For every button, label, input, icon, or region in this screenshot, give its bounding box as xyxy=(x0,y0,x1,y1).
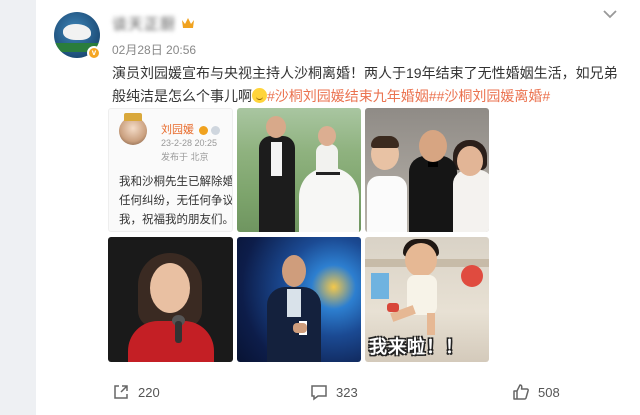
smile-emoji-icon xyxy=(252,88,267,103)
child-hair xyxy=(371,136,399,148)
thumbs-up-icon xyxy=(513,384,529,400)
meme-child-leg xyxy=(427,313,435,335)
crown-decoration-icon xyxy=(124,113,142,121)
screenshot-datetime: 23-2-28 20:25 xyxy=(161,138,218,148)
hashtag-link[interactable]: #沙桐刘园媛离婚# xyxy=(437,88,551,104)
host-hand xyxy=(293,323,307,333)
groom-head xyxy=(266,116,286,138)
meme-child-shoe xyxy=(387,303,399,312)
hashtag-link[interactable]: #沙桐刘园媛结束九年婚姻# xyxy=(267,88,437,104)
comment-button[interactable]: 323 xyxy=(310,383,358,401)
dress-sash xyxy=(316,172,340,175)
share-icon xyxy=(114,385,128,399)
screenshot-location: 发布于 北京 xyxy=(161,152,209,162)
share-button[interactable]: 220 xyxy=(112,383,160,401)
username[interactable]: 谈天正厨 xyxy=(112,13,176,34)
comment-icon xyxy=(311,385,327,401)
chevron-down-icon[interactable] xyxy=(602,8,618,20)
comment-count: 323 xyxy=(336,384,358,400)
screenshot-line: 我和沙桐先生已解除婚 xyxy=(119,176,233,188)
image-tv-host[interactable] xyxy=(237,237,361,362)
toy-ball xyxy=(461,265,483,287)
man-figure xyxy=(409,156,457,232)
avatar-bird-graphic xyxy=(63,24,91,40)
share-count: 220 xyxy=(138,384,160,400)
like-count: 508 xyxy=(538,384,560,400)
groom-shirt xyxy=(271,142,282,176)
post-timestamp[interactable]: 02月28日 20:56 xyxy=(112,41,196,58)
screenshot-line: 我，祝福我的朋友们。 xyxy=(119,214,233,226)
image-weibo-screenshot[interactable]: 刘园媛 23-2-28 20:25 发布于 北京 我和沙桐先生已解除婚 任何纠纷… xyxy=(108,108,233,232)
post-action-bar: 220 323 508 xyxy=(36,371,640,415)
host-head xyxy=(282,255,306,287)
portrait-face xyxy=(150,263,190,313)
member-crown-icon xyxy=(182,18,194,28)
bride-head xyxy=(318,126,336,146)
bride-top xyxy=(316,144,338,174)
bride-dress xyxy=(299,168,359,232)
medal-badge-icon xyxy=(211,126,220,135)
image-actress-portrait[interactable] xyxy=(108,237,233,362)
host-shirt xyxy=(287,289,301,317)
meme-caption: 我来啦！！ xyxy=(369,337,464,357)
microphone-stand xyxy=(175,321,182,343)
child-figure xyxy=(367,176,407,232)
man-head xyxy=(419,130,447,162)
screenshot-avatar xyxy=(119,117,147,145)
post-body: 演员刘园媛宣布与央视主持人沙桐离婚！两人于19年结束了无性婚姻生活，如兄弟般纯洁… xyxy=(112,62,630,108)
woman-head xyxy=(457,146,483,176)
image-family-photo[interactable] xyxy=(365,108,489,232)
image-meme-running-child[interactable]: 我来啦！！ xyxy=(365,237,489,362)
like-button[interactable]: 508 xyxy=(512,383,560,401)
crown-badge-icon xyxy=(199,126,208,135)
portrait-red-outfit xyxy=(128,321,214,362)
meme-child-head xyxy=(405,243,437,277)
screenshot-line: 任何纠纷，无任何争议 xyxy=(119,195,233,207)
woman-figure xyxy=(453,170,489,232)
toy-block xyxy=(371,273,389,299)
image-wedding-photo[interactable] xyxy=(237,108,361,232)
bow-tie xyxy=(428,162,438,167)
screenshot-username: 刘园媛 xyxy=(161,124,194,136)
verified-badge-icon: v xyxy=(87,46,101,60)
